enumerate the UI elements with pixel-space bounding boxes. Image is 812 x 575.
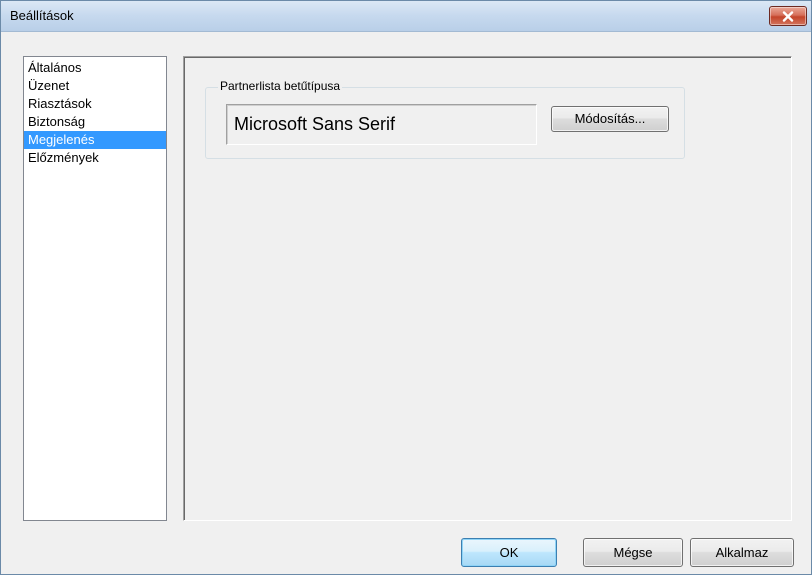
settings-panel: Partnerlista betűtípusa Microsoft Sans S… [183,56,792,521]
cancel-button[interactable]: Mégse [583,538,683,567]
category-item-elozmenyek[interactable]: Előzmények [24,149,166,167]
modify-font-button[interactable]: Módosítás... [551,106,669,132]
title-bar[interactable]: Beállítások [1,1,811,32]
font-name-display: Microsoft Sans Serif [226,104,537,145]
contact-list-font-group: Partnerlista betűtípusa Microsoft Sans S… [205,79,685,159]
category-item-uzenet[interactable]: Üzenet [24,77,166,95]
category-item-altalanos[interactable]: Általános [24,59,166,77]
close-icon [782,10,794,22]
category-item-biztonsag[interactable]: Biztonság [24,113,166,131]
window-title: Beállítások [10,8,74,23]
apply-button[interactable]: Alkalmaz [690,538,794,567]
close-button[interactable] [769,6,807,26]
category-list[interactable]: Általános Üzenet Riasztások Biztonság Me… [23,56,167,521]
ok-button[interactable]: OK [461,538,557,567]
category-item-megjelenes[interactable]: Megjelenés [24,131,166,149]
settings-dialog: Beállítások Általános Üzenet Riasztások … [0,0,812,575]
category-item-riasztasok[interactable]: Riasztások [24,95,166,113]
group-title: Partnerlista betűtípusa [218,79,343,93]
